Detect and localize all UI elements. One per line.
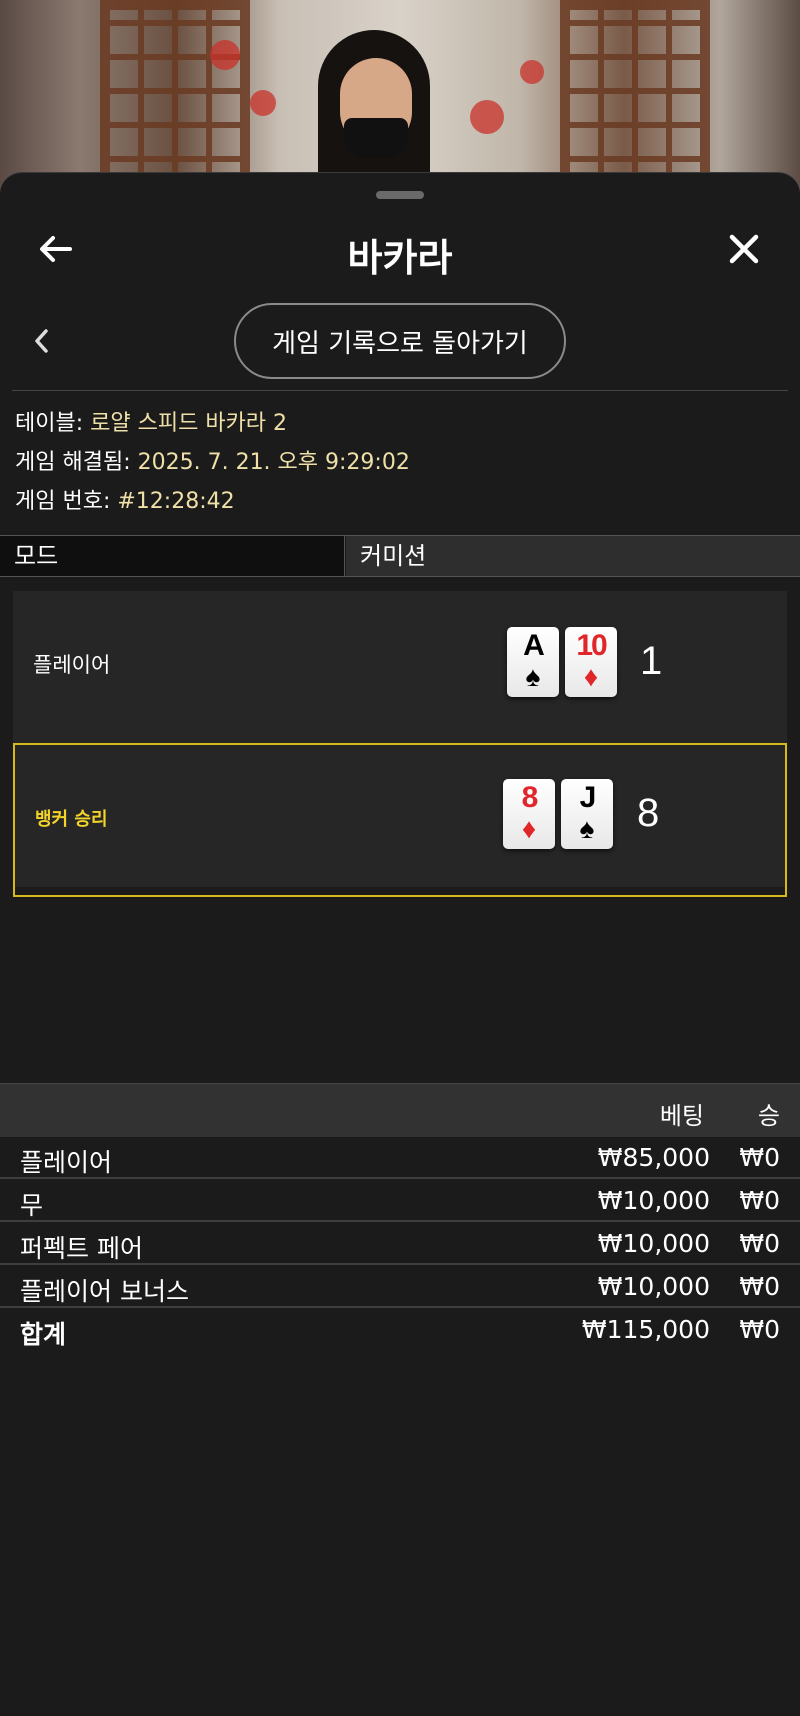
win-amount: ₩0 [739, 1186, 780, 1215]
sheet-header: 바카라 [0, 213, 800, 293]
spade-suit-icon: ♠ [525, 661, 541, 692]
bet-name: 플레이어 보너스 [20, 1277, 189, 1306]
divider [12, 390, 788, 391]
bets-table-header: 베팅 승 [0, 1083, 800, 1137]
player-hand-row: 플레이어 A ♠ 10 ♦ 1 [13, 591, 787, 743]
playing-card: J ♠ [561, 779, 613, 849]
bet-column-header: 베팅 [659, 1102, 704, 1130]
sheet-grabber[interactable] [376, 191, 424, 199]
total-row: 합계 ₩115,000 ₩0 [0, 1309, 800, 1351]
bet-amount: ₩85,000 [597, 1143, 710, 1172]
total-win-amount: ₩0 [739, 1315, 780, 1344]
win-amount: ₩0 [739, 1229, 780, 1258]
lattice-screen-right [560, 0, 710, 200]
table-row: 플레이어 ₩85,000 ₩0 [0, 1137, 800, 1179]
total-bet-amount: ₩115,000 [581, 1315, 710, 1344]
banker-score: 8 [637, 791, 660, 835]
mode-row: 모드 커미션 [0, 535, 800, 577]
bet-amount: ₩10,000 [597, 1229, 710, 1258]
dealer-mask [344, 118, 408, 158]
card-rank: 8 [521, 781, 539, 814]
blossom-decoration [520, 60, 544, 84]
close-icon[interactable] [724, 229, 764, 269]
game-number-label: 게임 번호: [15, 489, 111, 514]
playing-card: A ♠ [507, 627, 559, 697]
history-nav: 게임 기록으로 돌아가기 [0, 301, 800, 381]
table-row: 플레이어 보너스 ₩10,000 ₩0 [0, 1266, 800, 1308]
playing-card: 8 ♦ [503, 779, 555, 849]
blossom-decoration [470, 100, 504, 134]
lattice-screen-left [100, 0, 250, 200]
blossom-decoration [210, 40, 240, 70]
game-detail-sheet: 바카라 게임 기록으로 돌아가기 테이블: 로얄 스피드 바카라 2 게임 해결… [0, 172, 800, 1716]
table-info: 테이블: 로얄 스피드 바카라 2 [15, 405, 287, 437]
card-rank: A [523, 629, 545, 662]
table-row: 무 ₩10,000 ₩0 [0, 1180, 800, 1222]
back-to-history-button[interactable]: 게임 기록으로 돌아가기 [234, 303, 566, 379]
bet-name: 무 [20, 1191, 44, 1220]
diamond-suit-icon: ♦ [583, 661, 599, 692]
card-rank: 10 [576, 629, 607, 662]
total-label: 합계 [20, 1320, 67, 1349]
bet-name: 플레이어 [20, 1148, 113, 1177]
blossom-decoration [250, 90, 276, 116]
mode-label: 모드 [0, 536, 345, 576]
win-amount: ₩0 [739, 1272, 780, 1301]
game-number-info: 게임 번호: #12:28:42 [15, 483, 235, 515]
result-panel: 플레이어 A ♠ 10 ♦ 1 뱅커 승리 8 ♦ J ♠ 8 [13, 591, 787, 897]
table-value: 로얄 스피드 바카라 2 [90, 411, 288, 436]
game-number-value: #12:28:42 [117, 489, 235, 514]
spade-suit-icon: ♠ [579, 813, 595, 844]
bet-amount: ₩10,000 [597, 1272, 710, 1301]
mode-value: 커미션 [346, 536, 800, 576]
banker-win-label: 뱅커 승리 [35, 809, 108, 830]
banker-hand-row: 뱅커 승리 8 ♦ J ♠ 8 [13, 743, 787, 897]
card-rank: J [579, 781, 597, 814]
bet-name: 퍼펙트 페어 [20, 1234, 143, 1263]
bet-amount: ₩10,000 [597, 1186, 710, 1215]
live-video-background [0, 0, 800, 200]
win-amount: ₩0 [739, 1143, 780, 1172]
table-label: 테이블: [15, 411, 84, 436]
chevron-left-icon[interactable] [30, 323, 54, 359]
diamond-suit-icon: ♦ [521, 813, 537, 844]
resolved-info: 게임 해결됨: 2025. 7. 21. 오후 9:29:02 [15, 444, 410, 476]
page-title: 바카라 [347, 236, 453, 280]
resolved-label: 게임 해결됨: [15, 450, 131, 475]
win-column-header: 승 [757, 1102, 780, 1130]
resolved-value: 2025. 7. 21. 오후 9:29:02 [137, 450, 410, 475]
player-label: 플레이어 [33, 653, 111, 677]
player-score: 1 [640, 639, 663, 683]
table-row: 퍼펙트 페어 ₩10,000 ₩0 [0, 1223, 800, 1265]
playing-card: 10 ♦ [565, 627, 617, 697]
